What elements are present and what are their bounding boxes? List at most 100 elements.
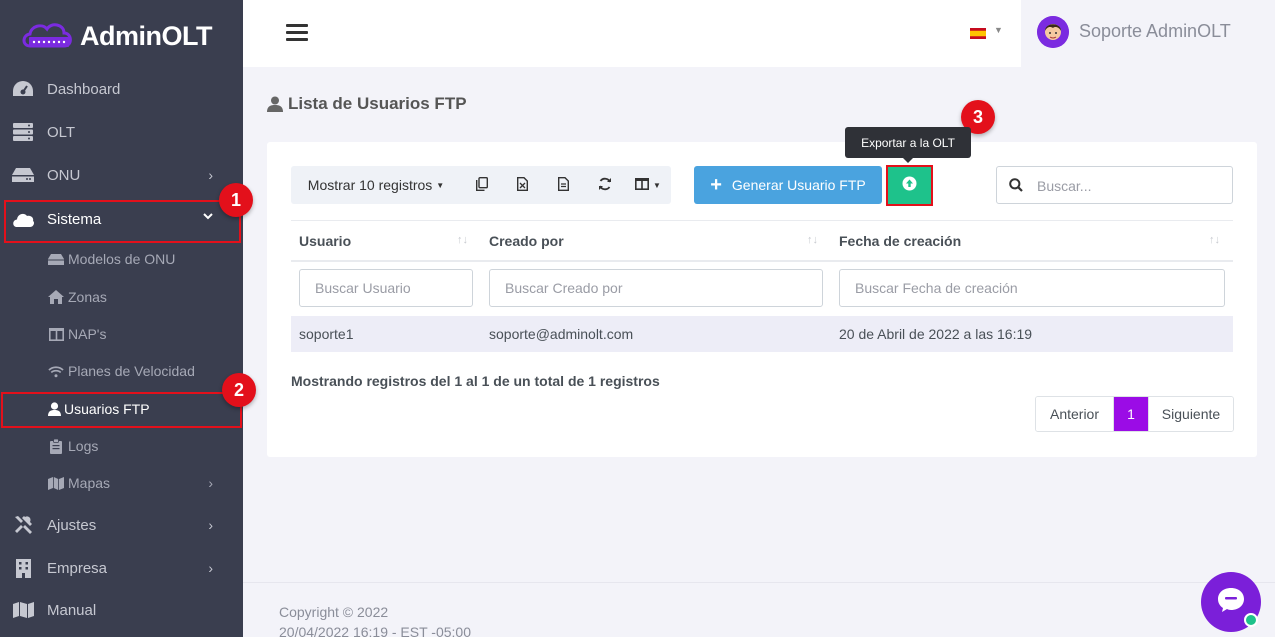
chevron-right-icon: › — [208, 517, 213, 533]
sidebar-item-ajustes[interactable]: Ajustes › — [0, 505, 243, 545]
column-header-label: Fecha de creación — [839, 233, 962, 249]
user-menu[interactable]: Soporte AdminOLT — [1021, 0, 1275, 67]
sidebar-item-label: Manual — [47, 601, 97, 619]
reload-button[interactable] — [584, 166, 625, 204]
sidebar-subitem-planes-de-velocidad[interactable]: Planes de Velocidad — [0, 354, 243, 388]
filter-fecha-input[interactable] — [839, 269, 1225, 307]
sidebar-item-label: Empresa — [47, 559, 108, 577]
router-icon — [48, 251, 64, 267]
table-info: Mostrando registros del 1 al 1 de un tot… — [291, 373, 660, 389]
sidebar-subitem-label: Planes de Velocidad — [68, 363, 195, 379]
filter-creado-por-input[interactable] — [489, 269, 823, 307]
copy-icon — [475, 176, 488, 194]
columns-icon — [48, 326, 64, 342]
hamburger-menu-icon[interactable] — [286, 24, 308, 42]
sidebar-subitem-naps[interactable]: NAP's — [0, 317, 243, 351]
sidebar-subitem-label: Zonas — [68, 289, 107, 305]
pagination-previous[interactable]: Anterior — [1036, 397, 1114, 431]
building-icon — [12, 557, 34, 579]
sidebar-subitem-logs[interactable]: Logs — [0, 429, 243, 463]
online-status-dot — [1244, 613, 1258, 627]
column-header-label: Usuario — [299, 233, 352, 249]
column-header-label: Creado por — [489, 233, 564, 249]
sidebar-subitem-label: Logs — [68, 438, 99, 454]
export-tooltip: Exportar a la OLT — [845, 127, 971, 158]
ftp-users-card: Mostrar 10 registros ▼ ▼ + Generar Usuar… — [267, 142, 1257, 457]
sidebar-subitem-modelos-de-onu[interactable]: Modelos de ONU — [0, 242, 243, 276]
column-header-creado-por[interactable]: Creado por — [489, 221, 819, 261]
table-row[interactable]: soporte1 soporte@adminolt.com 20 de Abri… — [291, 316, 1233, 352]
sidebar-subitem-label: Modelos de ONU — [68, 251, 176, 267]
search-input[interactable] — [1037, 176, 1217, 196]
sidebar-item-onu[interactable]: ONU › — [0, 155, 243, 195]
sidebar-item-manual[interactable]: Manual — [0, 590, 243, 630]
caret-down-icon[interactable]: ▼ — [994, 25, 1003, 35]
user-name: Soporte AdminOLT — [1079, 21, 1231, 41]
generate-ftp-user-label: Generar Usuario FTP — [731, 177, 866, 193]
chevron-right-icon: › — [208, 560, 213, 576]
wifi-icon — [48, 363, 64, 379]
copy-button[interactable] — [461, 166, 502, 204]
footer-timestamp: 20/04/2022 16:19 - EST -05:00 — [279, 624, 471, 637]
sidebar-item-label: OLT — [47, 123, 76, 141]
column-visibility-dropdown[interactable]: ▼ — [625, 166, 671, 204]
avatar — [1037, 16, 1069, 48]
column-header-usuario[interactable]: Usuario — [299, 221, 479, 261]
annotation-highlight-usuarios-ftp — [1, 392, 242, 428]
tooltip-arrow — [902, 157, 914, 163]
server-icon — [12, 121, 34, 143]
user-icon — [267, 96, 283, 112]
pagination: Anterior 1 Siguiente — [1035, 396, 1234, 432]
sidebar-subitem-mapas[interactable]: Mapas › — [0, 466, 243, 500]
generate-ftp-user-button[interactable]: + Generar Usuario FTP — [694, 166, 882, 204]
sidebar-subitem-zonas[interactable]: Zonas — [0, 280, 243, 314]
brand-name: AdminOLT — [80, 20, 212, 51]
table-toolbar: Mostrar 10 registros ▼ ▼ — [291, 166, 671, 204]
sidebar-item-label: Dashboard — [47, 80, 121, 98]
sidebar-item-dashboard[interactable]: Dashboard — [0, 69, 243, 109]
filter-usuario-input[interactable] — [299, 269, 473, 307]
sort-icon[interactable]: ↑↓ — [457, 234, 468, 246]
page-title: Lista de Usuarios FTP — [267, 94, 467, 114]
caret-down-icon: ▼ — [653, 180, 661, 190]
chevron-right-icon: › — [208, 167, 213, 183]
annotation-highlight-sistema — [4, 200, 241, 243]
sidebar-item-empresa[interactable]: Empresa › — [0, 548, 243, 588]
spain-flag-icon[interactable] — [970, 26, 986, 39]
router-icon — [12, 164, 34, 186]
sidebar-subitem-label: Mapas — [68, 475, 111, 491]
footer-copyright: Copyright © 2022 — [279, 604, 389, 620]
cell-fecha: 20 de Abril de 2022 a las 16:19 — [839, 326, 1033, 342]
pagination-next[interactable]: Siguiente — [1148, 397, 1233, 431]
dashboard-gauge-icon — [12, 78, 34, 100]
page-title-text: Lista de Usuarios FTP — [288, 94, 467, 113]
column-header-fecha-de-creacion[interactable]: Fecha de creación — [839, 221, 1219, 261]
sort-icon[interactable]: ↑↓ — [1209, 234, 1220, 246]
sidebar-item-label: ONU — [47, 166, 81, 184]
plus-icon: + — [710, 173, 722, 196]
map-icon — [48, 475, 64, 491]
export-to-olt-button[interactable] — [886, 165, 933, 206]
search-icon — [1009, 178, 1023, 192]
annotation-badge-1: 1 — [219, 183, 253, 217]
csv-export-button[interactable] — [543, 166, 584, 204]
upload-arrow-circle-icon — [902, 176, 917, 196]
page-length-dropdown[interactable]: Mostrar 10 registros ▼ — [291, 166, 461, 204]
annotation-badge-2: 2 — [222, 373, 256, 407]
sort-icon[interactable]: ↑↓ — [807, 234, 818, 246]
sidebar-item-olt[interactable]: OLT — [0, 112, 243, 152]
brand[interactable]: AdminOLT — [20, 16, 212, 56]
sidebar-item-label: Ajustes — [47, 516, 97, 534]
home-icon — [48, 289, 64, 305]
page-length-label: Mostrar 10 registros — [307, 177, 433, 193]
pagination-page-1[interactable]: 1 — [1114, 397, 1148, 431]
refresh-icon — [598, 177, 612, 194]
chat-bubble-icon — [1217, 587, 1245, 618]
chevron-right-icon: › — [208, 475, 213, 491]
excel-file-icon — [517, 176, 528, 194]
sidebar: AdminOLT Dashboard OLT ONU › Sistema Mod… — [0, 0, 243, 637]
excel-export-button[interactable] — [502, 166, 543, 204]
global-search — [996, 166, 1233, 204]
table-header: Usuario ↑↓ Creado por ↑↓ Fecha de creaci… — [291, 220, 1233, 262]
clipboard-icon — [48, 438, 64, 454]
